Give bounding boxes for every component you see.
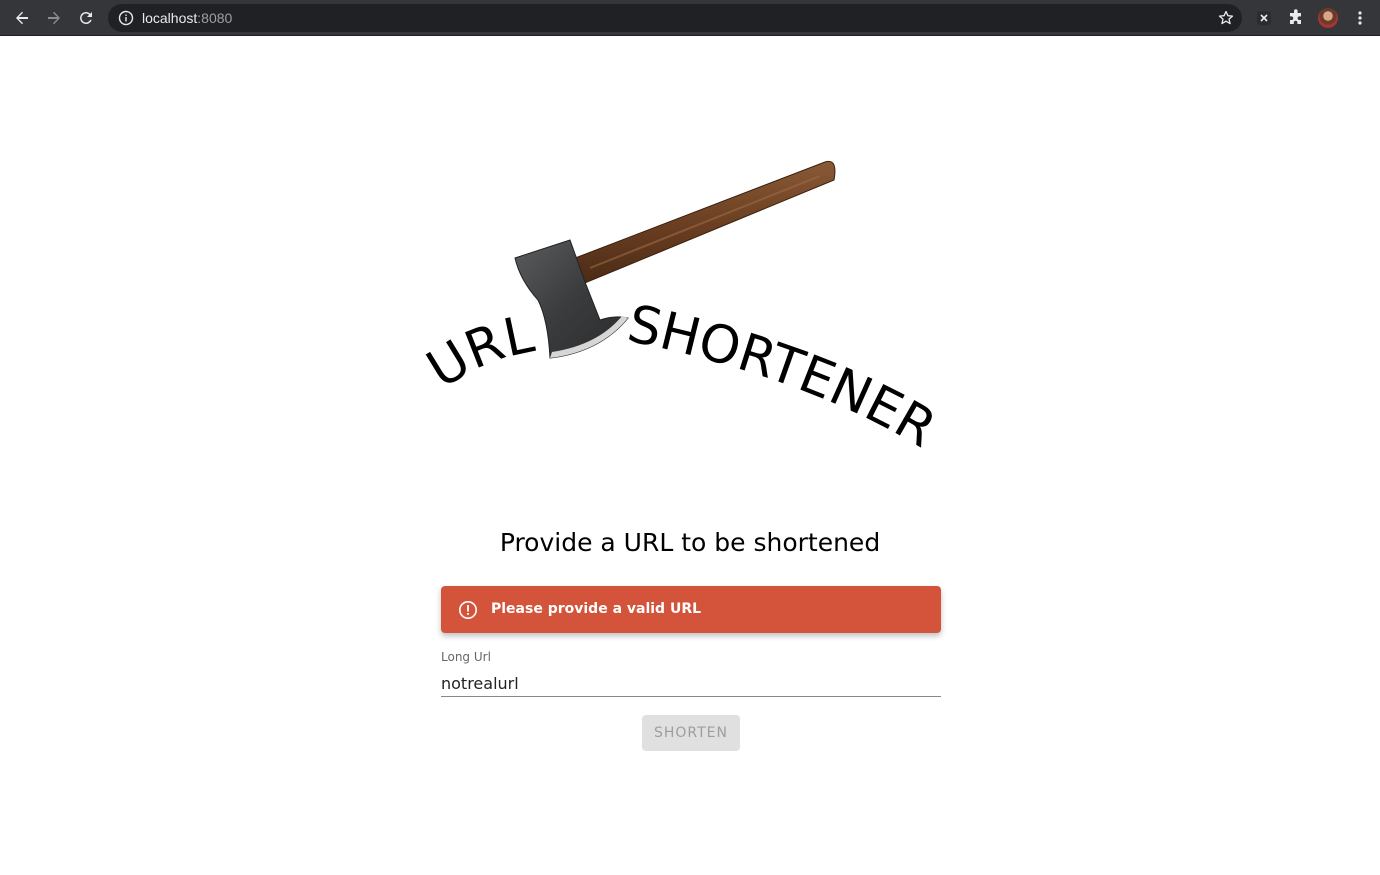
extension-x-icon[interactable] <box>1252 6 1276 30</box>
info-icon[interactable] <box>118 10 134 31</box>
forward-button[interactable] <box>42 6 66 30</box>
star-icon[interactable] <box>1218 10 1234 31</box>
long-url-input[interactable] <box>441 670 941 697</box>
reload-button[interactable] <box>74 6 98 30</box>
logo-text-shortener: SHORTENER <box>622 294 945 460</box>
url-host: localhost <box>142 10 198 26</box>
puzzle-icon[interactable] <box>1284 6 1308 30</box>
reload-icon <box>80 12 92 24</box>
kebab-menu-icon[interactable] <box>1348 6 1372 30</box>
back-button[interactable] <box>10 6 34 30</box>
back-arrow-icon <box>16 11 28 25</box>
profile-avatar[interactable] <box>1318 8 1338 28</box>
forward-arrow-icon <box>48 11 60 25</box>
browser-toolbar: localhost:8080 <box>0 0 1380 36</box>
address-url: localhost:8080 <box>142 10 232 26</box>
alert-circle-icon <box>458 600 478 625</box>
address-bar[interactable]: localhost:8080 <box>108 4 1242 32</box>
shorten-button[interactable]: SHORTEN <box>642 715 740 751</box>
long-url-field: Long Url <box>441 650 941 698</box>
logo-text-url: URL <box>420 304 539 400</box>
page-heading: Provide a URL to be shortened <box>499 528 881 557</box>
alert-message: Please provide a valid URL <box>491 601 702 617</box>
long-url-label: Long Url <box>441 650 491 664</box>
url-port: :8080 <box>197 10 233 26</box>
error-alert: Please provide a valid URL <box>441 586 941 633</box>
url-shortener-logo: URL SHORTENER <box>420 160 946 460</box>
